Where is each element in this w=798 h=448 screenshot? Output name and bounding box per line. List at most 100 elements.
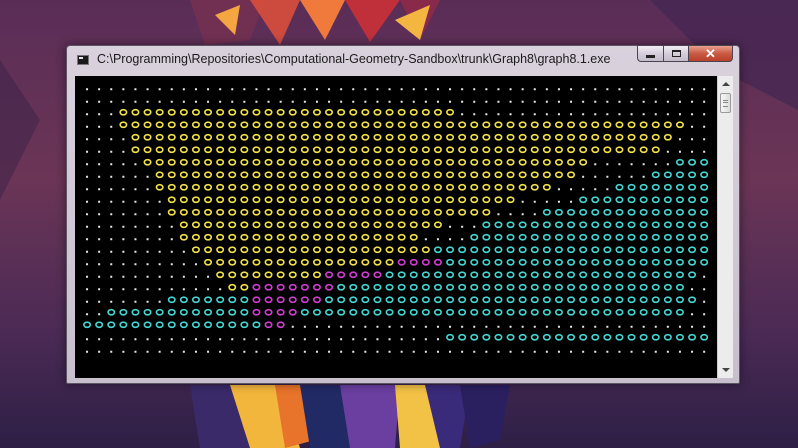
console-cell-o <box>264 296 273 304</box>
console-line <box>86 133 706 141</box>
console-dot <box>545 100 548 103</box>
console-cell-o <box>191 321 200 329</box>
console-cell-o <box>603 271 612 279</box>
console-output[interactable] <box>75 76 733 378</box>
console-dot <box>678 113 681 116</box>
console-cell-o <box>651 146 660 154</box>
console-dot <box>533 350 536 353</box>
console-cell-o <box>204 196 213 204</box>
console-dot <box>86 100 89 103</box>
console-dot <box>146 188 149 191</box>
console-cell-o <box>675 308 684 316</box>
minimize-icon <box>646 54 655 58</box>
console-cell-o <box>530 121 539 129</box>
vertical-scrollbar[interactable] <box>717 76 733 378</box>
title-bar[interactable]: C:\Programming\Repositories\Computationa… <box>67 45 739 74</box>
console-line <box>86 183 709 191</box>
console-cell-o <box>651 133 660 141</box>
console-dot <box>678 138 681 141</box>
console-cell-o <box>276 108 285 116</box>
console-cell-o <box>179 171 188 179</box>
scroll-up-button[interactable] <box>718 76 734 92</box>
console-dot <box>86 88 89 91</box>
console-cell-o <box>228 121 237 129</box>
console-dot <box>340 350 343 353</box>
console-cell-o <box>361 171 370 179</box>
console-dot <box>315 350 318 353</box>
console-cell-o <box>603 221 612 229</box>
console-cell-o <box>325 196 334 204</box>
console-cell-o <box>591 333 600 341</box>
console-dot <box>533 213 536 216</box>
console-cell-o <box>530 308 539 316</box>
console-cell-o <box>240 283 249 291</box>
scroll-thumb[interactable] <box>720 93 731 113</box>
console-dot <box>146 88 149 91</box>
console-cell-o <box>409 158 418 166</box>
console-dot <box>400 338 403 341</box>
console-cell-o <box>482 246 491 254</box>
console-cell-o <box>651 283 660 291</box>
console-cell-o <box>458 121 467 129</box>
console-cell-o <box>470 258 479 266</box>
console-dot <box>146 275 149 278</box>
console-cell-o <box>433 221 442 229</box>
maximize-button[interactable] <box>663 45 688 62</box>
close-button[interactable]: ✕ <box>688 45 733 62</box>
console-dot <box>231 338 234 341</box>
console-cell-o <box>567 121 576 129</box>
console-dot <box>255 338 258 341</box>
console-dot <box>291 100 294 103</box>
console-cell-o <box>518 258 527 266</box>
console-dot <box>376 325 379 328</box>
console-cell-o <box>409 233 418 241</box>
console-dot <box>110 350 113 353</box>
console-cell-o <box>675 296 684 304</box>
console-cell-o <box>312 258 321 266</box>
console-dot <box>424 238 427 241</box>
console-cell-o <box>409 171 418 179</box>
console-cell-o <box>204 121 213 129</box>
console-cell-o <box>603 258 612 266</box>
console-cell-o <box>579 233 588 241</box>
scroll-down-button[interactable] <box>718 362 734 378</box>
console-dot <box>497 213 500 216</box>
console-cell-o <box>131 108 140 116</box>
console-cell-o <box>639 258 648 266</box>
console-cell-o <box>276 208 285 216</box>
console-cell-o <box>615 183 624 191</box>
console-dot <box>110 88 113 91</box>
console-dot <box>86 225 89 228</box>
console-cell-o <box>506 133 515 141</box>
console-dot <box>521 88 524 91</box>
console-dot <box>158 300 161 303</box>
console-cell-o <box>204 171 213 179</box>
console-dot <box>424 338 427 341</box>
console-cell-o <box>361 146 370 154</box>
console-dot <box>691 325 694 328</box>
console-dot <box>521 200 524 203</box>
console-dot <box>110 163 113 166</box>
console-cell-o <box>639 196 648 204</box>
console-cell-o <box>325 296 334 304</box>
console-cell-o <box>337 158 346 166</box>
console-cell-o <box>216 233 225 241</box>
console-cell-o <box>240 146 249 154</box>
minimize-button[interactable] <box>637 45 663 62</box>
console-cell-o <box>700 258 709 266</box>
console-cell-o <box>167 208 176 216</box>
console-cell-o <box>361 246 370 254</box>
console-dot <box>279 100 282 103</box>
console-cell-o <box>288 258 297 266</box>
console-cell-o <box>506 233 515 241</box>
console-cell-o <box>216 133 225 141</box>
console-dot <box>207 275 210 278</box>
console-cell-o <box>627 133 636 141</box>
console-dot <box>594 100 597 103</box>
console-dot <box>110 338 113 341</box>
console-dot <box>509 113 512 116</box>
console-dot <box>158 225 161 228</box>
console-dot <box>255 100 258 103</box>
console-dot <box>521 100 524 103</box>
console-dot <box>666 113 669 116</box>
